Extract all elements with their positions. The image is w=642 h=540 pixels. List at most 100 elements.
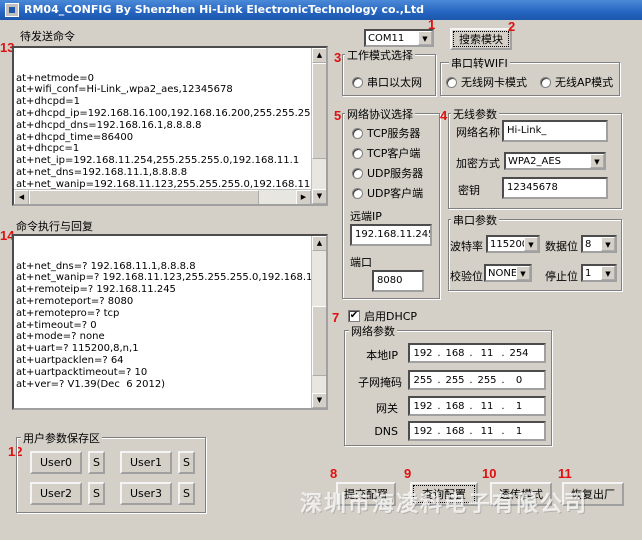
user1-button[interactable]: User1 <box>120 451 172 474</box>
user2-save-button[interactable]: S <box>88 482 105 505</box>
ip-row-label: DNS <box>374 425 398 438</box>
ip-octet[interactable]: 11 <box>474 401 500 412</box>
scroll-up-icon[interactable]: ▲ <box>312 48 326 63</box>
responses-textarea[interactable]: at+net_dns=? 192.168.11.1,8.8.8.8 at+net_… <box>12 234 328 410</box>
ssid-input[interactable]: Hi-Link_ <box>502 120 608 142</box>
encryption-label: 加密方式 <box>456 157 500 170</box>
ip-row-label: 子网掩码 <box>358 376 402 389</box>
chevron-down-icon[interactable]: ▼ <box>418 31 432 45</box>
watermark-text: 深圳市海凌科电子有限公司 <box>300 492 589 517</box>
ip-octet[interactable]: 1 <box>506 426 532 437</box>
user-params-label: 用户参数保存区 <box>21 430 102 446</box>
pending-horizontal-scrollbar[interactable]: ◀ ▶ <box>14 189 311 204</box>
remote-ip-input[interactable]: 192.168.11.245 <box>350 224 432 246</box>
user3-save-button[interactable]: S <box>178 482 195 505</box>
ip-octet[interactable]: 192 <box>410 348 436 359</box>
response-line: at+net_dns=? 192.168.11.1,8.8.8.8 <box>16 260 196 272</box>
pending-commands-lines: at+netmode=0 at+wifi_conf=Hi-Link_,wpa2_a… <box>16 72 326 204</box>
serial-wifi-label: 串口转WIFI <box>449 55 510 71</box>
user1-save-button[interactable]: S <box>178 451 195 474</box>
ip-octet[interactable]: 0 <box>506 375 532 386</box>
ip-octet[interactable]: 192 <box>410 401 436 412</box>
chevron-down-icon[interactable]: ▼ <box>524 237 538 251</box>
radio-wifi-card-mode[interactable]: 无线网卡模式 <box>446 74 527 90</box>
response-line: at+ver=? V1.39(Dec 6 2012) <box>16 378 166 390</box>
ip-address-field[interactable]: 255. 255. 255. 0 <box>408 370 546 390</box>
databits-select[interactable]: 8 ▼ <box>581 235 617 253</box>
baud-select[interactable]: 115200 ▼ <box>486 235 540 253</box>
user0-button[interactable]: User0 <box>30 451 82 474</box>
radio-circle-icon <box>352 76 363 88</box>
baud-value: 115200 <box>490 239 529 250</box>
response-line: at+remotepro=? tcp <box>16 307 120 319</box>
user0-save-button[interactable]: S <box>88 451 105 474</box>
stopbits-select[interactable]: 1 ▼ <box>581 264 617 282</box>
chevron-down-icon[interactable]: ▼ <box>601 266 615 280</box>
ip-row-label: 网关 <box>376 402 398 415</box>
radio-udp-client[interactable]: UDP客户端 <box>352 185 423 201</box>
response-line: at+uart=? 115200,8,n,1 <box>16 343 139 355</box>
annotation-5: 5 <box>334 108 342 123</box>
scroll-down-icon[interactable]: ▼ <box>312 189 326 204</box>
pending-command-line: at+dhcpc=1 <box>16 143 80 155</box>
ip-address-field[interactable]: 192. 168. 11. 1 <box>408 421 546 441</box>
user3-button[interactable]: User3 <box>120 482 172 505</box>
app-icon <box>5 3 19 17</box>
pending-vertical-scrollbar[interactable]: ▲ ▼ <box>311 48 326 204</box>
pending-commands-textarea[interactable]: at+netmode=0 at+wifi_conf=Hi-Link_,wpa2_a… <box>12 46 328 206</box>
scroll-thumb[interactable] <box>29 190 259 204</box>
ip-octet[interactable]: 11 <box>474 348 500 359</box>
ip-octet[interactable]: 255 <box>410 375 436 386</box>
ip-octet[interactable]: 255 <box>474 375 500 386</box>
ip-octet[interactable]: 168 <box>442 348 468 359</box>
pending-command-line: at+netmode=0 <box>16 72 94 84</box>
radio-tcp-client[interactable]: TCP客户端 <box>352 145 420 161</box>
ip-octet[interactable]: 168 <box>442 426 468 437</box>
work-mode-label: 工作模式选择 <box>345 47 415 63</box>
ip-address-field[interactable]: 192. 168. 11. 1 <box>408 396 546 416</box>
search-module-button[interactable]: 搜索模块 <box>450 28 512 50</box>
scroll-up-icon[interactable]: ▲ <box>312 236 326 251</box>
radio-udp-server[interactable]: UDP服务器 <box>352 165 423 181</box>
scroll-thumb[interactable] <box>312 306 326 376</box>
key-input[interactable]: 12345678 <box>502 177 608 199</box>
network-params-label: 网络参数 <box>349 323 397 339</box>
dhcp-checkbox[interactable]: ✔ 启用DHCP <box>348 308 417 324</box>
radio-circle-icon <box>446 76 457 88</box>
user2-button[interactable]: User2 <box>30 482 82 505</box>
scroll-left-icon[interactable]: ◀ <box>14 190 29 204</box>
annotation-4: 4 <box>440 108 448 123</box>
radio-circle-icon <box>352 127 363 139</box>
ip-octet[interactable]: 168 <box>442 401 468 412</box>
annotation-2: 2 <box>508 19 516 34</box>
annotation-9: 9 <box>404 466 412 481</box>
serial-params-label: 串口参数 <box>451 212 499 228</box>
radio-serial-ethernet[interactable]: 串口以太网 <box>352 74 422 90</box>
response-line: at+remoteport=? 8080 <box>16 295 134 307</box>
encryption-select[interactable]: WPA2_AES ▼ <box>504 152 606 170</box>
radio-tcp-server[interactable]: TCP服务器 <box>352 125 420 141</box>
radio-wifi-ap-mode[interactable]: 无线AP模式 <box>540 74 613 90</box>
ip-octet[interactable]: 11 <box>474 426 500 437</box>
pending-commands-label: 待发送命令 <box>20 30 75 43</box>
ip-octet[interactable]: 1 <box>506 401 532 412</box>
ip-octet[interactable]: 255 <box>442 375 468 386</box>
scroll-down-icon[interactable]: ▼ <box>312 393 326 408</box>
com-port-select[interactable]: COM11 ▼ <box>364 29 434 47</box>
chevron-down-icon[interactable]: ▼ <box>601 237 615 251</box>
radio-circle-icon <box>540 76 551 88</box>
scroll-right-icon[interactable]: ▶ <box>296 190 311 204</box>
annotation-11: 11 <box>558 466 572 481</box>
responses-lines: at+net_dns=? 192.168.11.1,8.8.8.8 at+net_… <box>16 260 326 391</box>
chevron-down-icon[interactable]: ▼ <box>590 154 604 168</box>
parity-value: NONE <box>488 268 518 279</box>
baud-label: 波特率 <box>450 240 483 253</box>
chevron-down-icon[interactable]: ▼ <box>516 266 530 280</box>
ip-octet[interactable]: 254 <box>506 348 532 359</box>
responses-vertical-scrollbar[interactable]: ▲ ▼ <box>311 236 326 408</box>
ip-octet[interactable]: 192 <box>410 426 436 437</box>
ip-address-field[interactable]: 192. 168. 11. 254 <box>408 343 546 363</box>
remote-port-input[interactable]: 8080 <box>372 270 424 292</box>
parity-select[interactable]: NONE ▼ <box>484 264 532 282</box>
scroll-thumb[interactable] <box>312 63 326 159</box>
